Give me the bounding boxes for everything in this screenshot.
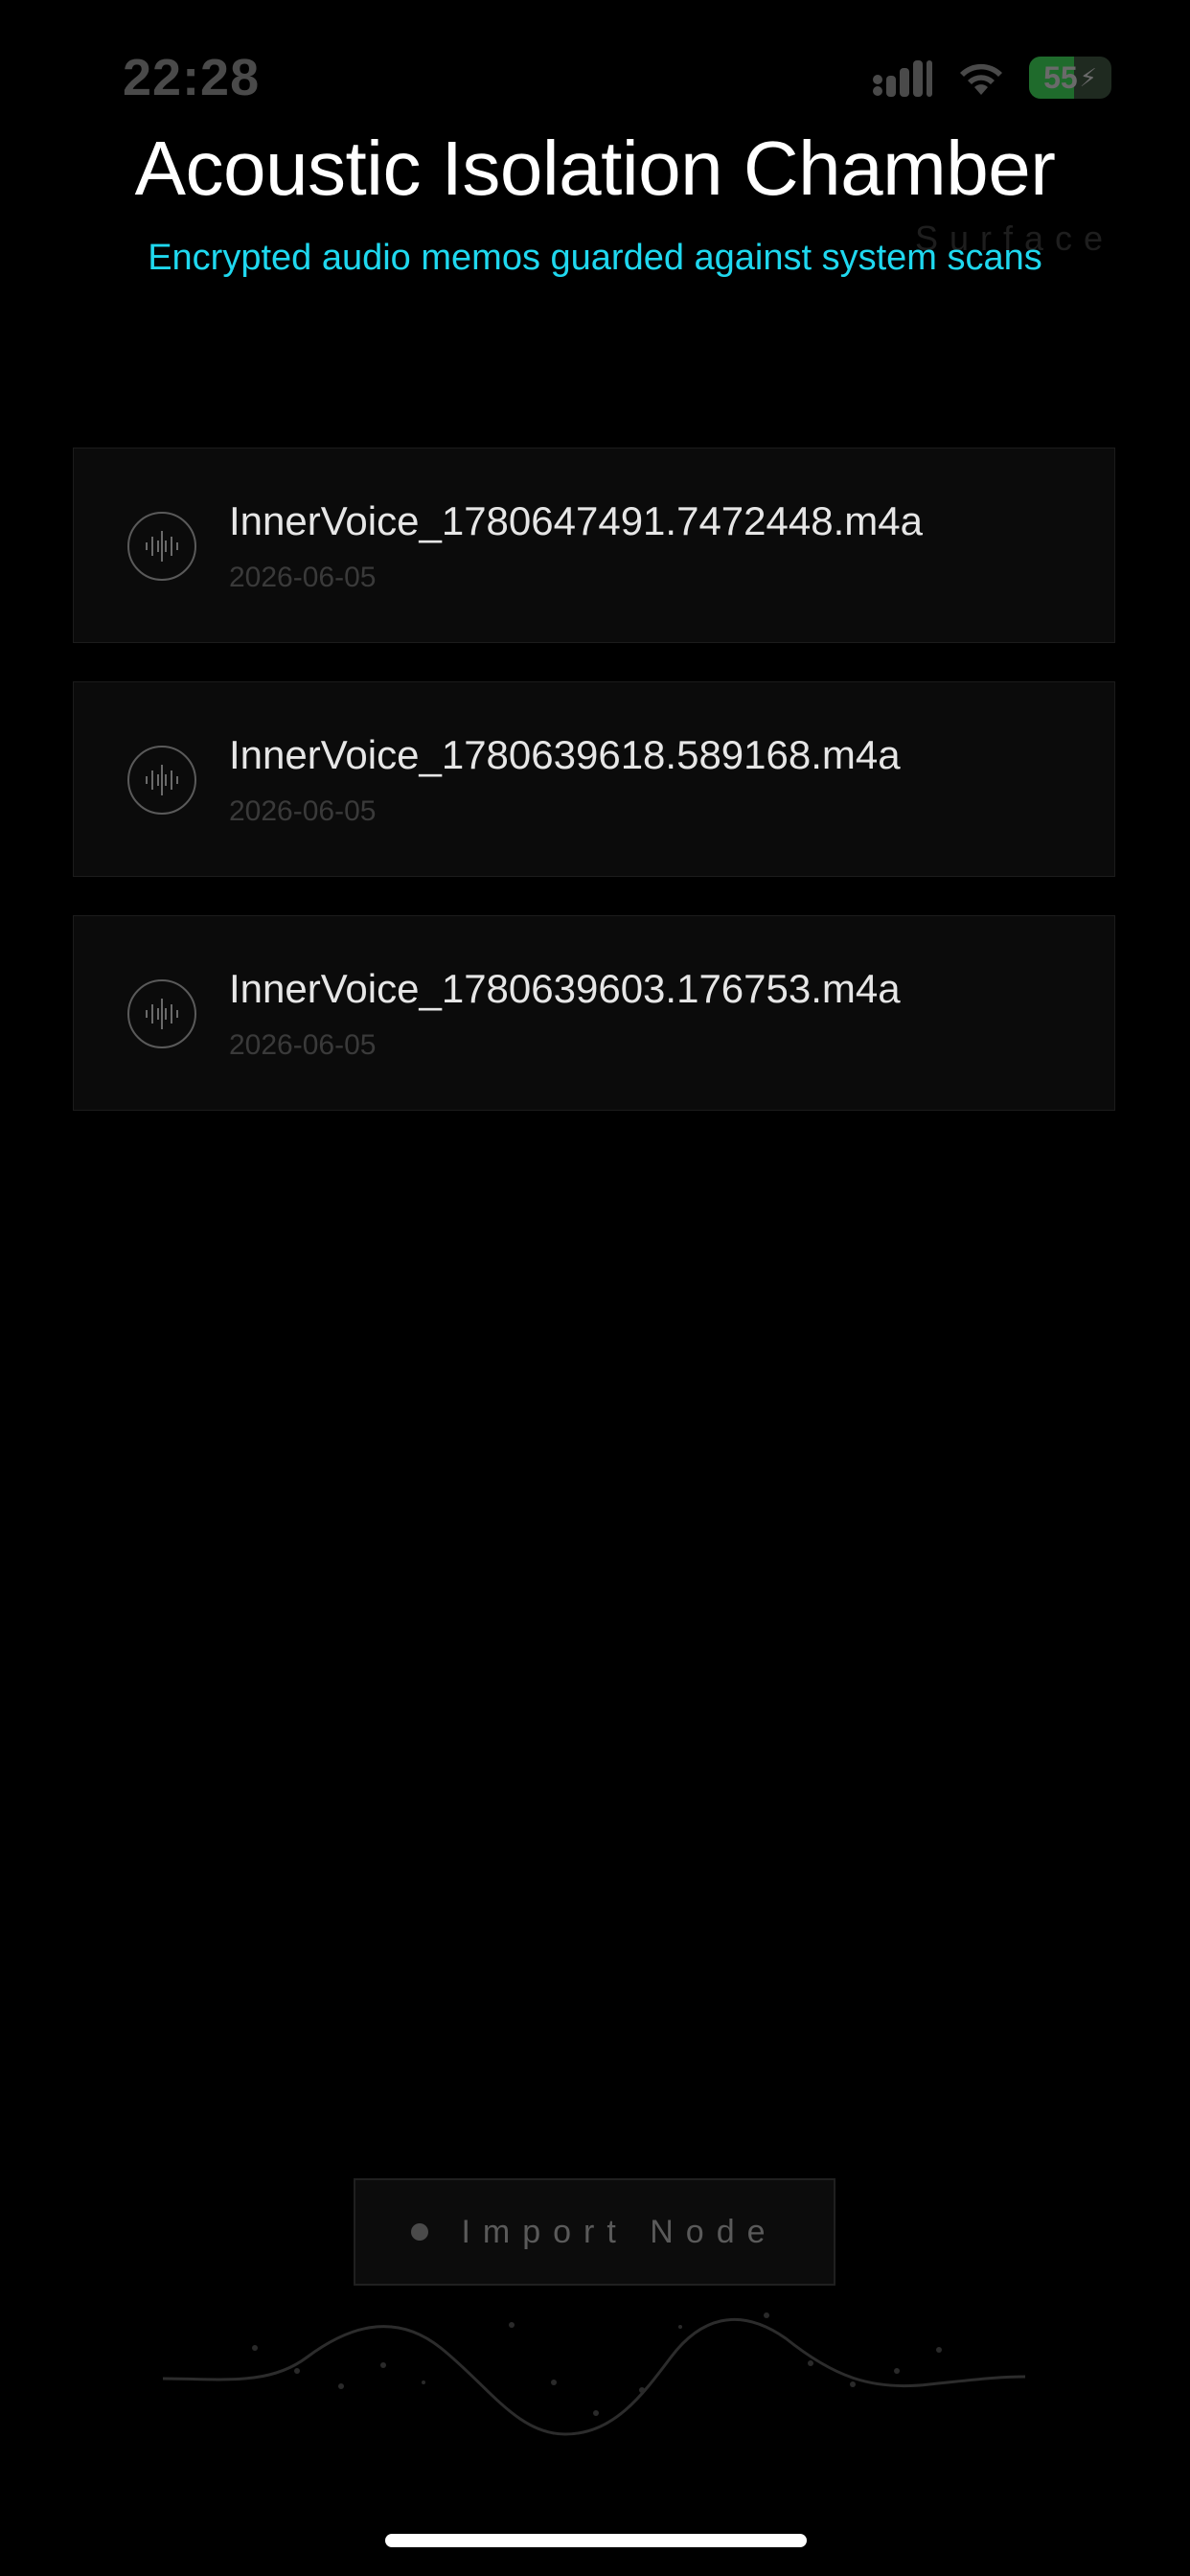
page-subtitle: Encrypted audio memos guarded against sy… xyxy=(148,238,1042,278)
audio-file-list: InnerVoice_1780647491.7472448.m4a 2026-0… xyxy=(73,448,1117,1149)
list-item[interactable]: InnerVoice_1780639618.589168.m4a 2026-06… xyxy=(73,681,1115,877)
battery-level: 55 xyxy=(1043,59,1078,95)
import-button-label: Import Node xyxy=(461,2213,778,2250)
record-dot-icon xyxy=(411,2223,429,2241)
file-name: InnerVoice_1780639603.176753.m4a xyxy=(229,966,901,1011)
file-date: 2026-06-05 xyxy=(229,795,377,827)
file-date: 2026-06-05 xyxy=(229,562,377,593)
status-icons: 55 ⚡ xyxy=(872,56,1111,100)
battery-charging-icon: 55 ⚡ xyxy=(1029,57,1111,99)
page-title: Acoustic Isolation Chamber xyxy=(134,126,1056,211)
import-node-button[interactable]: Import Node xyxy=(354,2178,835,2286)
waveform-decoration xyxy=(162,2300,1026,2453)
waveform-icon xyxy=(127,512,196,581)
file-name: InnerVoice_1780647491.7472448.m4a xyxy=(229,498,923,543)
list-item[interactable]: InnerVoice_1780647491.7472448.m4a 2026-0… xyxy=(73,448,1115,643)
list-item[interactable]: InnerVoice_1780639603.176753.m4a 2026-06… xyxy=(73,915,1115,1111)
waveform-icon xyxy=(127,979,196,1048)
file-name: InnerVoice_1780639618.589168.m4a xyxy=(229,732,901,777)
file-date: 2026-06-05 xyxy=(229,1029,377,1061)
waveform-icon xyxy=(127,746,196,815)
home-indicator[interactable] xyxy=(385,2534,807,2547)
wifi-icon xyxy=(956,58,1006,97)
status-time: 22:28 xyxy=(123,49,261,106)
signal-icon xyxy=(872,57,933,99)
